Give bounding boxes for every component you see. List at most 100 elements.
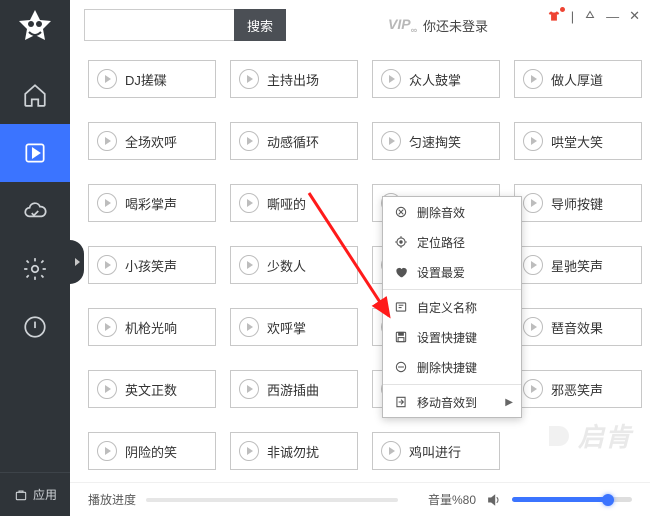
play-icon bbox=[239, 193, 259, 213]
save-icon bbox=[393, 329, 409, 345]
context-menu: 删除音效定位路径设置最爱自定义名称设置快捷键删除快捷键移动音效到▶ bbox=[382, 196, 522, 418]
play-icon bbox=[381, 441, 401, 461]
separator: | bbox=[571, 9, 574, 24]
menu-item[interactable]: 移动音效到▶ bbox=[383, 387, 521, 417]
sfx-button[interactable]: 全场欢呼 bbox=[88, 122, 216, 160]
search-input[interactable] bbox=[84, 9, 234, 41]
footer-bar: 播放进度 音量%80 bbox=[70, 482, 650, 516]
menu-separator bbox=[383, 384, 521, 385]
nav-settings[interactable] bbox=[0, 240, 70, 298]
sfx-button[interactable]: 少数人 bbox=[230, 246, 358, 284]
sfx-label: 匀速掏笑 bbox=[409, 132, 461, 151]
sfx-button[interactable]: 动感循环 bbox=[230, 122, 358, 160]
sfx-label: 少数人 bbox=[267, 256, 306, 275]
volume-label: 音量%80 bbox=[428, 491, 476, 508]
nav-cloud[interactable] bbox=[0, 182, 70, 240]
sfx-button[interactable]: 匀速掏笑 bbox=[372, 122, 500, 160]
sfx-button[interactable]: 阴险的笑 bbox=[88, 432, 216, 470]
sfx-button[interactable]: 星驰笑声 bbox=[514, 246, 642, 284]
nav-sound-effects[interactable] bbox=[0, 124, 70, 182]
sfx-label: 邪恶笑声 bbox=[551, 380, 603, 399]
play-icon bbox=[239, 379, 259, 399]
sfx-label: 阴险的笑 bbox=[125, 442, 177, 461]
search-button[interactable]: 搜索 bbox=[234, 9, 286, 41]
menu-item[interactable]: 删除音效 bbox=[383, 197, 521, 227]
play-icon bbox=[523, 193, 543, 213]
menu-item-label: 删除快捷键 bbox=[417, 359, 477, 376]
sound-effects-grid: DJ搓碟主持出场众人鼓掌做人厚道全场欢呼动感循环匀速掏笑哄堂大笑喝彩掌声嘶哑的笑… bbox=[88, 60, 646, 470]
heart-icon bbox=[393, 264, 409, 280]
sfx-button[interactable]: DJ搓碟 bbox=[88, 60, 216, 98]
sfx-label: 小孩笑声 bbox=[125, 256, 177, 275]
menu-item[interactable]: 自定义名称 bbox=[383, 292, 521, 322]
sfx-label: DJ搓碟 bbox=[125, 70, 167, 89]
menu-item[interactable]: 定位路径 bbox=[383, 227, 521, 257]
minimize-button[interactable]: — bbox=[606, 9, 619, 24]
sfx-label: 主持出场 bbox=[267, 70, 319, 89]
close-button[interactable]: ✕ bbox=[629, 8, 640, 24]
sfx-label: 琶音效果 bbox=[551, 318, 603, 337]
play-icon bbox=[97, 131, 117, 151]
sfx-button[interactable]: 导师按键 bbox=[514, 184, 642, 222]
sfx-label: 机枪光响 bbox=[125, 318, 177, 337]
sfx-label: 动感循环 bbox=[267, 132, 319, 151]
sfx-button[interactable]: 非诚勿扰 bbox=[230, 432, 358, 470]
sidebar: 应用 bbox=[0, 0, 70, 516]
sfx-button[interactable]: 英文正数 bbox=[88, 370, 216, 408]
play-icon bbox=[523, 379, 543, 399]
sfx-button[interactable]: 西游插曲 bbox=[230, 370, 358, 408]
play-icon bbox=[523, 69, 543, 89]
volume-icon[interactable] bbox=[486, 492, 502, 508]
menu-item[interactable]: 删除快捷键 bbox=[383, 352, 521, 382]
sfx-label: 非诚勿扰 bbox=[267, 442, 319, 461]
sfx-label: 嘶哑的 bbox=[267, 194, 306, 213]
play-icon bbox=[381, 131, 401, 151]
sfx-button[interactable]: 喝彩掌声 bbox=[88, 184, 216, 222]
login-text: 你还未登录 bbox=[423, 16, 488, 35]
trash-icon bbox=[393, 204, 409, 220]
sfx-button[interactable]: 嘶哑的 bbox=[230, 184, 358, 222]
sfx-button[interactable]: 琶音效果 bbox=[514, 308, 642, 346]
sfx-label: 喝彩掌声 bbox=[125, 194, 177, 213]
sfx-button[interactable]: 哄堂大笑 bbox=[514, 122, 642, 160]
sfx-button[interactable]: 做人厚道 bbox=[514, 60, 642, 98]
sfx-label: 英文正数 bbox=[125, 380, 177, 399]
tag-icon bbox=[393, 299, 409, 315]
play-icon bbox=[239, 441, 259, 461]
play-icon bbox=[97, 255, 117, 275]
main-panel: | — ✕ 搜索 VIP∞ 你还未登录 DJ搓碟 主持出场 众人鼓掌 做人厚道全场欢呼… bbox=[70, 0, 650, 516]
play-icon bbox=[239, 69, 259, 89]
sfx-label: 星驰笑声 bbox=[551, 256, 603, 275]
locate-icon bbox=[393, 234, 409, 250]
pin-icon[interactable] bbox=[584, 10, 596, 22]
window-controls: | — ✕ bbox=[547, 8, 640, 24]
apps-button-label: 应用 bbox=[33, 486, 57, 503]
play-icon bbox=[97, 317, 117, 337]
login-area[interactable]: VIP∞ 你还未登录 bbox=[388, 16, 488, 35]
sound-effects-grid-wrap: DJ搓碟主持出场众人鼓掌做人厚道全场欢呼动感循环匀速掏笑哄堂大笑喝彩掌声嘶哑的笑… bbox=[70, 50, 650, 482]
nav-power[interactable] bbox=[0, 298, 70, 356]
sfx-label: 全场欢呼 bbox=[125, 132, 177, 151]
sfx-button[interactable]: 鸡叫进行 bbox=[372, 432, 500, 470]
skin-icon[interactable] bbox=[547, 9, 561, 23]
sfx-button[interactable]: 主持出场 bbox=[230, 60, 358, 98]
sfx-button[interactable]: 邪恶笑声 bbox=[514, 370, 642, 408]
search-box: 搜索 bbox=[84, 9, 286, 41]
sfx-button[interactable]: 机枪光响 bbox=[88, 308, 216, 346]
progress-slider[interactable] bbox=[146, 498, 398, 502]
volume-slider[interactable] bbox=[512, 497, 632, 502]
menu-item[interactable]: 设置快捷键 bbox=[383, 322, 521, 352]
sfx-label: 做人厚道 bbox=[551, 70, 603, 89]
menu-item-label: 设置最爱 bbox=[417, 264, 465, 281]
play-icon bbox=[97, 193, 117, 213]
menu-item-label: 删除音效 bbox=[417, 204, 465, 221]
sfx-button[interactable]: 小孩笑声 bbox=[88, 246, 216, 284]
sfx-button[interactable]: 欢呼掌 bbox=[230, 308, 358, 346]
sfx-label: 导师按键 bbox=[551, 194, 603, 213]
apps-button[interactable]: 应用 bbox=[0, 472, 70, 516]
move-icon bbox=[393, 394, 409, 410]
nav-home[interactable] bbox=[0, 66, 70, 124]
sfx-button[interactable]: 众人鼓掌 bbox=[372, 60, 500, 98]
play-icon bbox=[239, 131, 259, 151]
menu-item[interactable]: 设置最爱 bbox=[383, 257, 521, 287]
